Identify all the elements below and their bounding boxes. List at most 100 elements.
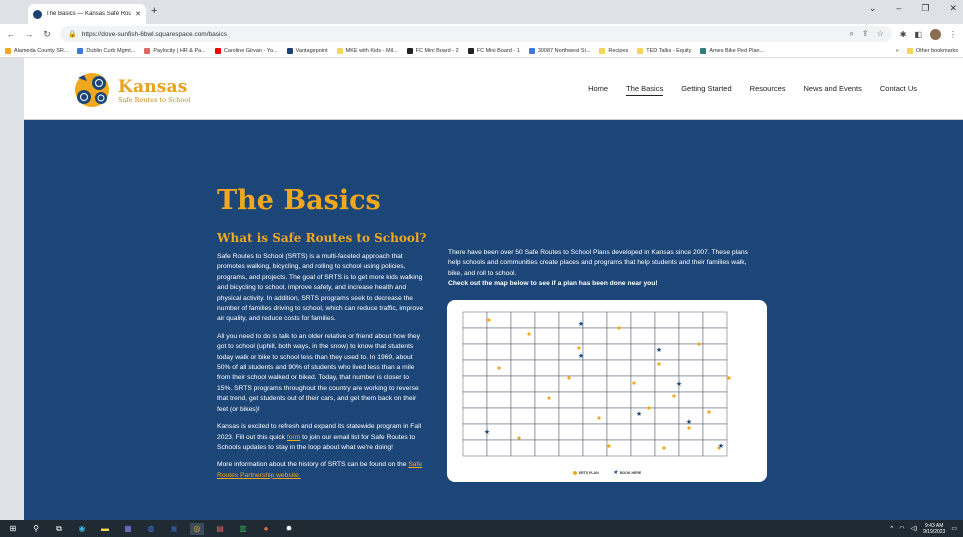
county-shape[interactable] <box>486 423 512 441</box>
county-shape[interactable] <box>606 439 632 457</box>
county-shape[interactable] <box>630 343 656 361</box>
county-shape[interactable] <box>630 391 656 409</box>
county-shape[interactable] <box>462 439 488 457</box>
tab-search-icon[interactable]: ⌄ <box>869 3 877 14</box>
county-shape[interactable] <box>510 439 536 457</box>
county-shape[interactable] <box>702 391 728 409</box>
new-tab-button[interactable]: + <box>151 5 157 17</box>
bookmark-item[interactable]: Paylocity | HR & Pa... <box>144 47 206 54</box>
bookmark-star-icon[interactable]: ☆ <box>877 29 884 39</box>
county-shape[interactable] <box>678 359 704 377</box>
plan-dot-icon[interactable] <box>662 446 666 450</box>
county-shape[interactable] <box>462 327 488 345</box>
county-shape[interactable] <box>558 327 584 345</box>
county-shape[interactable] <box>510 423 536 441</box>
county-shape[interactable] <box>654 311 680 329</box>
plan-dot-icon[interactable] <box>527 332 531 336</box>
county-shape[interactable] <box>534 327 560 345</box>
county-shape[interactable] <box>534 391 560 409</box>
plan-dot-icon[interactable] <box>517 436 521 440</box>
powerpoint-icon[interactable]: ● <box>259 523 273 535</box>
county-shape[interactable] <box>510 407 536 425</box>
county-shape[interactable] <box>462 311 488 329</box>
county-shape[interactable] <box>558 359 584 377</box>
county-shape[interactable] <box>630 423 656 441</box>
county-shape[interactable] <box>606 423 632 441</box>
county-shape[interactable] <box>702 327 728 345</box>
share-icon[interactable]: ⇪ <box>862 29 869 39</box>
side-panel-icon[interactable]: ◧ <box>914 30 922 39</box>
county-shape[interactable] <box>702 343 728 361</box>
star-icon[interactable]: ★ <box>676 380 682 388</box>
county-shape[interactable] <box>582 359 608 377</box>
county-shape[interactable] <box>678 391 704 409</box>
menu-icon[interactable]: ⋮ <box>949 30 957 39</box>
network-icon[interactable]: ◠ <box>899 525 904 532</box>
county-shape[interactable] <box>510 391 536 409</box>
county-shape[interactable] <box>654 359 680 377</box>
county-shape[interactable] <box>558 375 584 393</box>
county-shape[interactable] <box>558 391 584 409</box>
county-shape[interactable] <box>654 423 680 441</box>
plan-dot-icon[interactable] <box>487 318 491 322</box>
nav-home[interactable]: Home <box>588 84 608 96</box>
bookmark-item[interactable]: MKE with Kids - Mil... <box>336 47 398 54</box>
county-shape[interactable] <box>558 423 584 441</box>
plan-dot-icon[interactable] <box>597 416 601 420</box>
plan-dot-icon[interactable] <box>632 381 636 385</box>
kansas-plans-map[interactable]: ★ ★ ★ ★ ★ ★ ★ ★ SRTS PLAN ★ BOOK HERE <box>447 300 767 482</box>
word-icon[interactable]: ▣ <box>167 523 181 535</box>
star-icon[interactable]: ★ <box>656 346 662 354</box>
county-shape[interactable] <box>702 359 728 377</box>
county-shape[interactable] <box>486 343 512 361</box>
county-shape[interactable] <box>486 375 512 393</box>
plan-dot-icon[interactable] <box>727 376 731 380</box>
county-shape[interactable] <box>510 343 536 361</box>
county-shape[interactable] <box>462 407 488 425</box>
county-shape[interactable] <box>606 375 632 393</box>
county-shape[interactable] <box>630 407 656 425</box>
plan-dot-icon[interactable] <box>647 406 651 410</box>
close-tab-icon[interactable]: ✕ <box>135 10 141 18</box>
county-shape[interactable] <box>486 311 512 329</box>
bookmark-item[interactable]: Recipes <box>599 47 628 54</box>
county-shape[interactable] <box>510 359 536 377</box>
clock[interactable]: 9:43 AM 9/19/2023 <box>923 523 945 535</box>
nav-contact-us[interactable]: Contact Us <box>880 84 917 96</box>
county-shape[interactable] <box>582 439 608 457</box>
zoom-icon[interactable]: ⌕ <box>849 29 853 39</box>
bookmark-item[interactable]: TED Talks - Equity <box>637 47 691 54</box>
county-shape[interactable] <box>678 439 704 457</box>
nav-resources[interactable]: Resources <box>750 84 786 96</box>
county-shape[interactable] <box>462 359 488 377</box>
county-shape[interactable] <box>534 311 560 329</box>
county-shape[interactable] <box>630 311 656 329</box>
back-button[interactable]: ← <box>6 29 16 39</box>
county-shape[interactable] <box>654 391 680 409</box>
county-shape[interactable] <box>534 359 560 377</box>
county-shape[interactable] <box>510 375 536 393</box>
county-shape[interactable] <box>702 423 728 441</box>
notifications-icon[interactable]: ▭ <box>951 525 957 532</box>
plan-dot-icon[interactable] <box>697 342 701 346</box>
county-shape[interactable] <box>630 327 656 345</box>
plan-dot-icon[interactable] <box>657 362 661 366</box>
minimize-button[interactable]: – <box>896 3 901 14</box>
county-shape[interactable] <box>678 327 704 345</box>
county-shape[interactable] <box>582 423 608 441</box>
profile-avatar[interactable] <box>930 28 941 40</box>
county-shape[interactable] <box>534 423 560 441</box>
acrobat-icon[interactable]: ▤ <box>213 523 227 535</box>
county-shape[interactable] <box>558 439 584 457</box>
county-shape[interactable] <box>630 359 656 377</box>
browser-tab[interactable]: The Basics — Kansas Safe Routes ✕ <box>28 4 146 24</box>
county-shape[interactable] <box>678 423 704 441</box>
county-shape[interactable] <box>606 327 632 345</box>
county-shape[interactable] <box>558 407 584 425</box>
county-shape[interactable] <box>702 407 728 425</box>
bookmark-item[interactable]: FC Mini Board - 2 <box>406 47 459 54</box>
maximize-button[interactable]: ❐ <box>921 3 929 14</box>
county-shape[interactable] <box>678 375 704 393</box>
county-shape[interactable] <box>534 343 560 361</box>
county-shape[interactable] <box>606 343 632 361</box>
